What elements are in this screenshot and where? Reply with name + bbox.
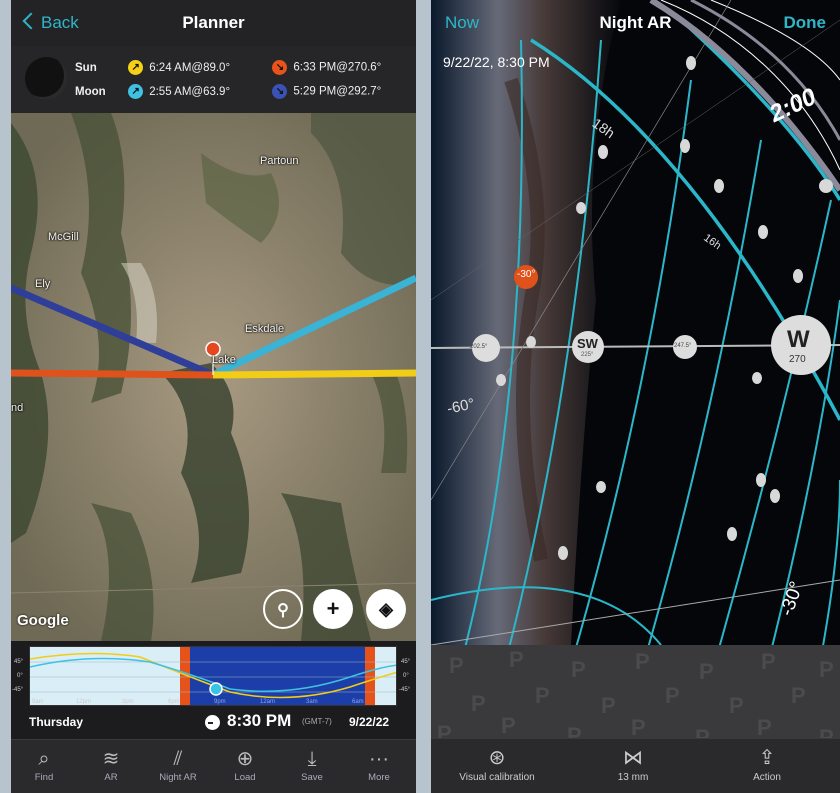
planner-toolbar: ⌕ Find ≋ AR ⫽ Night AR ⊕ Load ⤓ Save ··· More (11, 739, 416, 793)
sun-label: Sun (75, 61, 97, 74)
share-icon: ⇪ (758, 747, 776, 769)
save-icon: ⤓ (307, 748, 317, 770)
hour-tick: 12pm (76, 699, 92, 705)
time-value[interactable]: 8:30 PM (227, 711, 291, 731)
night-ar-button[interactable]: ⫽ Night AR (145, 746, 211, 783)
load-icon: ⊕ (236, 748, 254, 770)
layers-icon: ◈ (379, 599, 393, 619)
azimuth-label: 225° (581, 352, 594, 358)
compass-sw-label: SW (577, 336, 598, 351)
altitude-graph[interactable]: 9am 12pm 3pm 6pm 9pm 12am 3am 6am (29, 646, 397, 706)
place-label: Partoun (260, 155, 299, 167)
axis-label: 45° (401, 659, 411, 665)
compass-icon: ⚲ (277, 602, 289, 619)
planner-nav-bar: Back Planner (11, 0, 416, 46)
toolbar-label: Load (234, 772, 256, 783)
axis-label: -45° (12, 687, 24, 693)
night-ar-screen: 9/22/22, 8:30 PM 18h 16h 2:00 -60° -30° … (431, 0, 840, 793)
azimuth-label: 202.5° (470, 344, 488, 350)
google-attribution: Google (17, 612, 69, 629)
hour-tick: 3pm (122, 699, 134, 705)
place-label: nd (11, 402, 24, 414)
hour-tick: 9pm (214, 699, 226, 705)
search-icon: ⌕ (38, 748, 50, 770)
zoom-in-button[interactable]: + (313, 589, 353, 629)
page-title: Planner (182, 13, 245, 32)
axis-label: 0° (17, 673, 23, 679)
calibration-icon: ⊛ (488, 747, 506, 769)
toolbar-label: Night AR (159, 772, 197, 783)
axis-label: -45° (399, 687, 411, 693)
moonset-icon: ↘ (272, 84, 288, 99)
satellite-map[interactable]: Partoun McGill Ely Eskdale Lake nd Googl… (11, 113, 416, 641)
toolbar-label: Save (301, 772, 323, 783)
date-value[interactable]: 9/22/22 (349, 715, 389, 729)
compass-button[interactable]: ⚲ (263, 589, 303, 629)
place-label: Lake (212, 354, 236, 366)
axis-label: 0° (403, 673, 409, 679)
layers-button[interactable]: ◈ (366, 589, 406, 629)
night-ar-icon: ⫽ (173, 748, 183, 770)
ar-timestamp: 9/22/22, 8:30 PM (443, 54, 550, 70)
sun-moon-panel[interactable]: Sun ↗ 6:24 AM@89.0° ↘ 6:33 PM@270.6° Moon … (11, 46, 416, 113)
sunset-icon: ↘ (272, 60, 288, 75)
altitude-graph-chart (30, 647, 396, 705)
clock-icon (205, 715, 220, 730)
hour-tick: 12am (260, 699, 276, 705)
compass-w-label: W (787, 326, 810, 353)
map-imagery (11, 113, 416, 641)
hour-tick: 3am (306, 699, 318, 705)
lens-button[interactable]: ⋈ 13 mm (593, 744, 673, 783)
moon-label: Moon (75, 85, 106, 98)
night-ar-title: Night AR (599, 13, 672, 32)
action-button[interactable]: ⇪ Action (731, 744, 803, 783)
azimuth-label: 247.5° (674, 343, 692, 349)
toolbar-label: AR (104, 772, 118, 783)
night-ar-nav-bar: Now Night AR Done (431, 0, 840, 46)
hour-tick: 6am (352, 699, 364, 705)
timeline-panel[interactable]: 9am 12pm 3pm 6pm 9pm 12am 3am 6am 45° 0°… (11, 641, 416, 739)
sun-row: Sun ↗ 6:24 AM@89.0° ↘ 6:33 PM@270.6° (75, 60, 381, 75)
sunset-value: 6:33 PM@270.6° (293, 61, 382, 74)
moon-row: Moon ↗ 2:55 AM@63.9° ↘ 5:29 PM@292.7° (75, 84, 381, 99)
axis-label: 45° (14, 659, 24, 665)
ar-button[interactable]: ≋ AR (78, 746, 144, 783)
moon-phase-icon (25, 57, 68, 100)
sunrise-icon: ↗ (128, 60, 144, 75)
toolbar-label: More (368, 772, 390, 783)
ar-icon: ≋ (102, 748, 120, 770)
hour-tick: 6pm (168, 699, 180, 705)
timezone-label: (GMT-7) (302, 717, 332, 726)
planner-screen: Back Planner Sun ↗ 6:24 AM@89.0° ↘ 6:33 PM… (11, 0, 416, 793)
visual-calibration-button[interactable]: ⊛ Visual calibration (445, 744, 549, 783)
moon-marker: -30° (517, 269, 536, 280)
place-label: Ely (35, 278, 51, 290)
moonrise-icon: ↗ (128, 84, 144, 99)
night-ar-toolbar: ⊛ Visual calibration ⋈ 13 mm ⇪ Action (431, 738, 840, 793)
toolbar-label: 13 mm (617, 772, 649, 783)
toolbar-label: Visual calibration (459, 772, 535, 783)
toolbar-label: Find (34, 772, 54, 783)
plus-icon: + (326, 596, 340, 621)
lens-icon: ⋈ (623, 747, 643, 769)
moonrise-value: 2:55 AM@63.9° (149, 85, 231, 98)
more-button[interactable]: ··· More (346, 746, 412, 783)
hour-tick: 9am (32, 699, 44, 705)
place-label: McGill (48, 231, 79, 243)
ar-sky-view[interactable]: 9/22/22, 8:30 PM 18h 16h 2:00 -60° -30° … (431, 0, 840, 793)
date-time-row[interactable]: Thursday 8:30 PM (GMT-7) 9/22/22 (11, 711, 416, 735)
azimuth-label: 270 (789, 354, 806, 365)
save-button[interactable]: ⤓ Save (279, 746, 345, 783)
place-label: Eskdale (245, 323, 285, 335)
load-button[interactable]: ⊕ Load (212, 746, 278, 783)
day-label: Thursday (29, 715, 84, 729)
moonset-value: 5:29 PM@292.7° (293, 85, 382, 98)
sunrise-value: 6:24 AM@89.0° (149, 61, 231, 74)
done-button[interactable]: Done (784, 13, 827, 33)
more-icon: ··· (369, 748, 389, 770)
find-button[interactable]: ⌕ Find (11, 746, 77, 783)
toolbar-label: Action (753, 772, 781, 783)
